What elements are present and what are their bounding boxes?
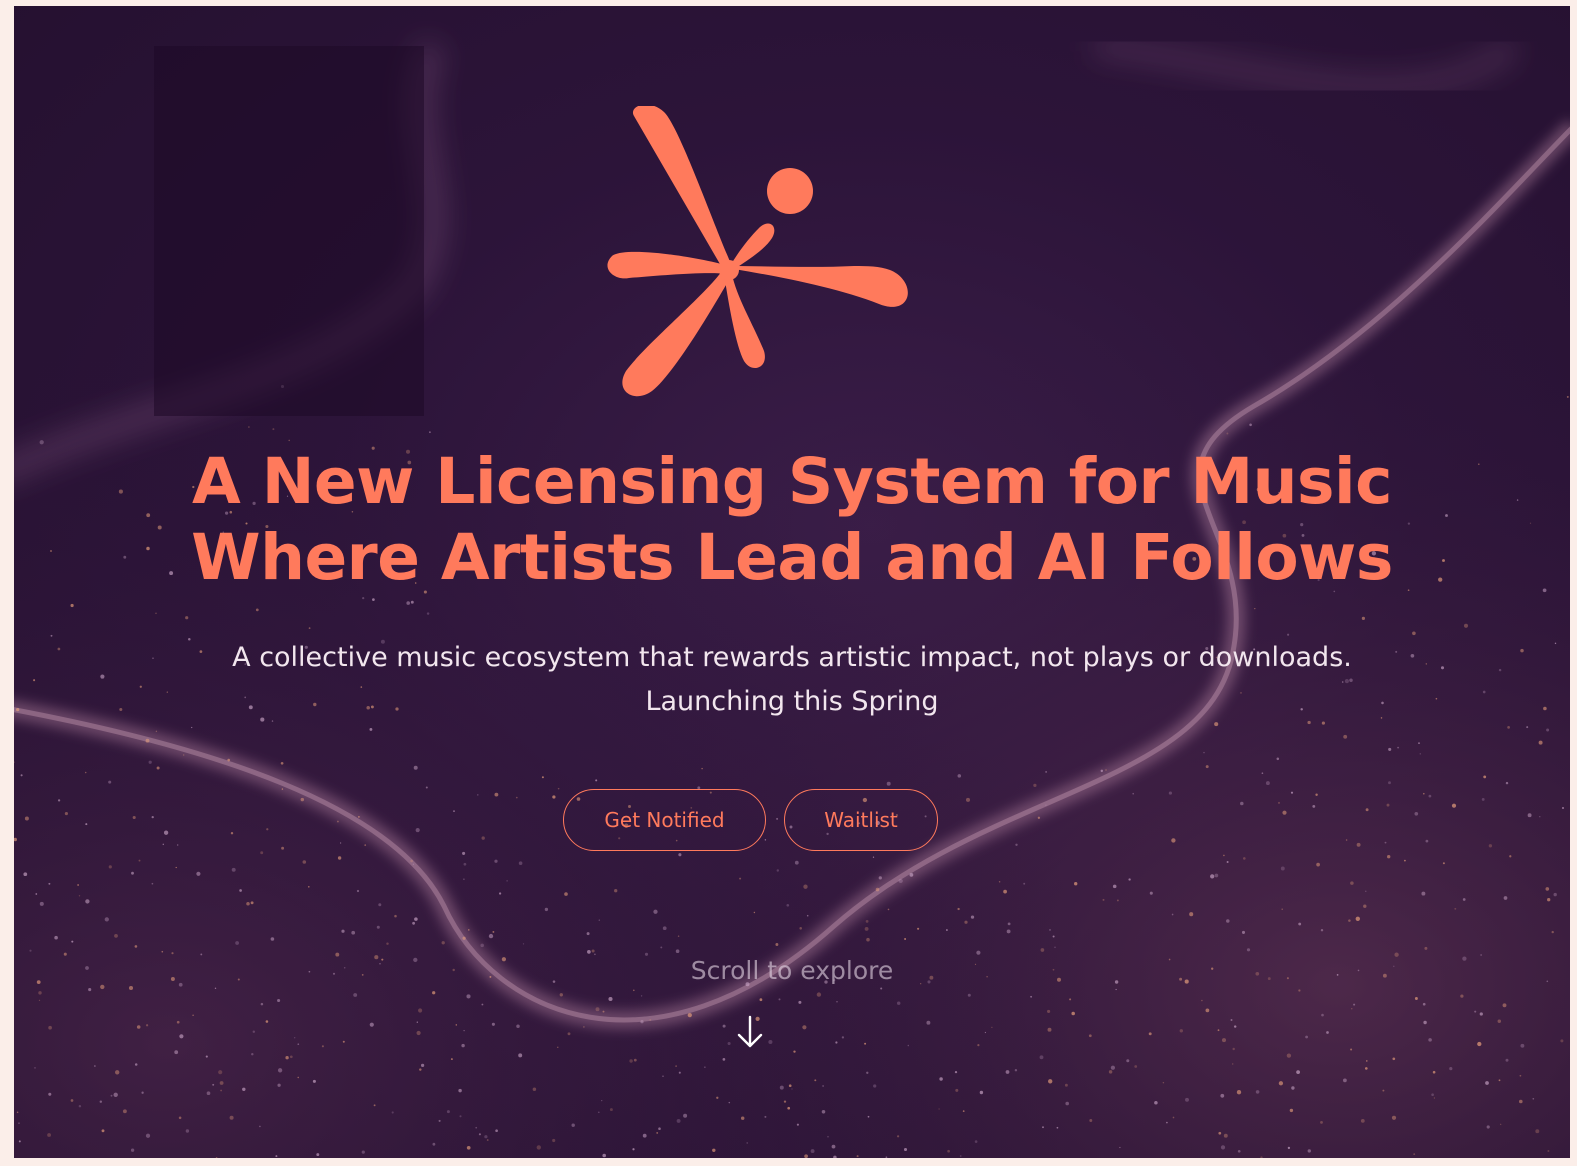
hero-subtitle: A collective music ecosystem that reward… [54,636,1530,724]
subtitle-line-2: Launching this Spring [645,686,939,717]
hero-section: A New Licensing System for Music Where A… [14,6,1570,1158]
headline-line-1: A New Licensing System for Music [192,445,1392,518]
get-notified-button[interactable]: Get Notified [563,789,766,851]
scroll-to-explore-label: Scroll to explore [690,956,894,985]
asterisk-logo-icon [607,106,908,397]
hero-headline: A New Licensing System for Music Where A… [54,444,1530,596]
arrow-down-icon[interactable] [734,1014,766,1050]
headline-line-2: Where Artists Lead and AI Follows [191,521,1393,594]
dark-overlay-panel [154,46,424,416]
waitlist-button[interactable]: Waitlist [784,789,938,851]
subtitle-line-1: A collective music ecosystem that reward… [232,642,1352,673]
